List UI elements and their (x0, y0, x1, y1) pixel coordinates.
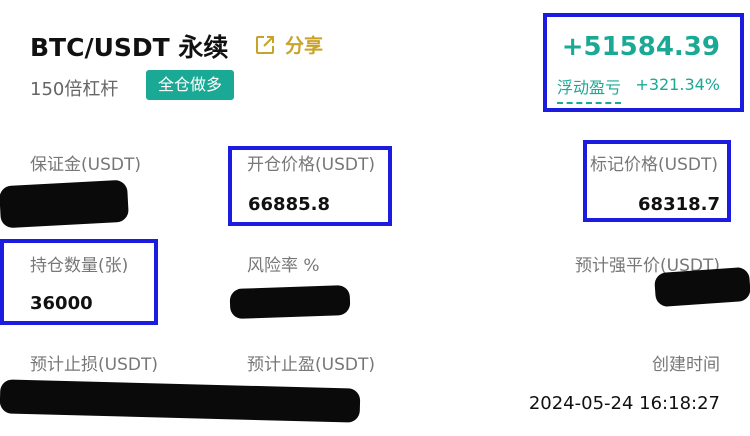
entry-price-label: 开仓价格(USDT) (247, 155, 375, 175)
floating-pnl-value: +51584.39 (561, 32, 720, 62)
created-time-label: 创建时间 (652, 355, 720, 375)
stop-loss-label: 预计止损(USDT) (30, 355, 158, 375)
floating-pnl-percent: +321.34% (635, 75, 720, 94)
redaction-scribble (653, 266, 750, 308)
share-label: 分享 (285, 35, 324, 57)
mark-price-label: 标记价格(USDT) (590, 155, 718, 175)
margin-label: 保证金(USDT) (30, 155, 141, 175)
share-icon (256, 35, 274, 54)
redaction-scribble (229, 284, 351, 320)
pair-title: BTC/USDT 永续 (30, 33, 229, 62)
position-size-value: 36000 (30, 293, 93, 314)
take-profit-label: 预计止盈(USDT) (247, 355, 375, 375)
mark-price-value: 68318.7 (638, 194, 720, 215)
entry-price-value: 66885.8 (248, 194, 330, 215)
redaction-scribble (0, 179, 130, 229)
risk-rate-label: 风险率 % (247, 256, 320, 276)
created-time-value: 2024-05-24 16:18:27 (528, 393, 720, 414)
share-button[interactable]: 分享 (253, 31, 323, 58)
leverage-label: 150倍杠杆 (30, 79, 119, 100)
redaction-scribble (0, 379, 361, 423)
mode-badge: 全仓做多 (146, 70, 235, 100)
position-size-label: 持仓数量(张) (30, 256, 129, 276)
floating-pnl-label[interactable]: 浮动盈亏 (557, 74, 622, 104)
